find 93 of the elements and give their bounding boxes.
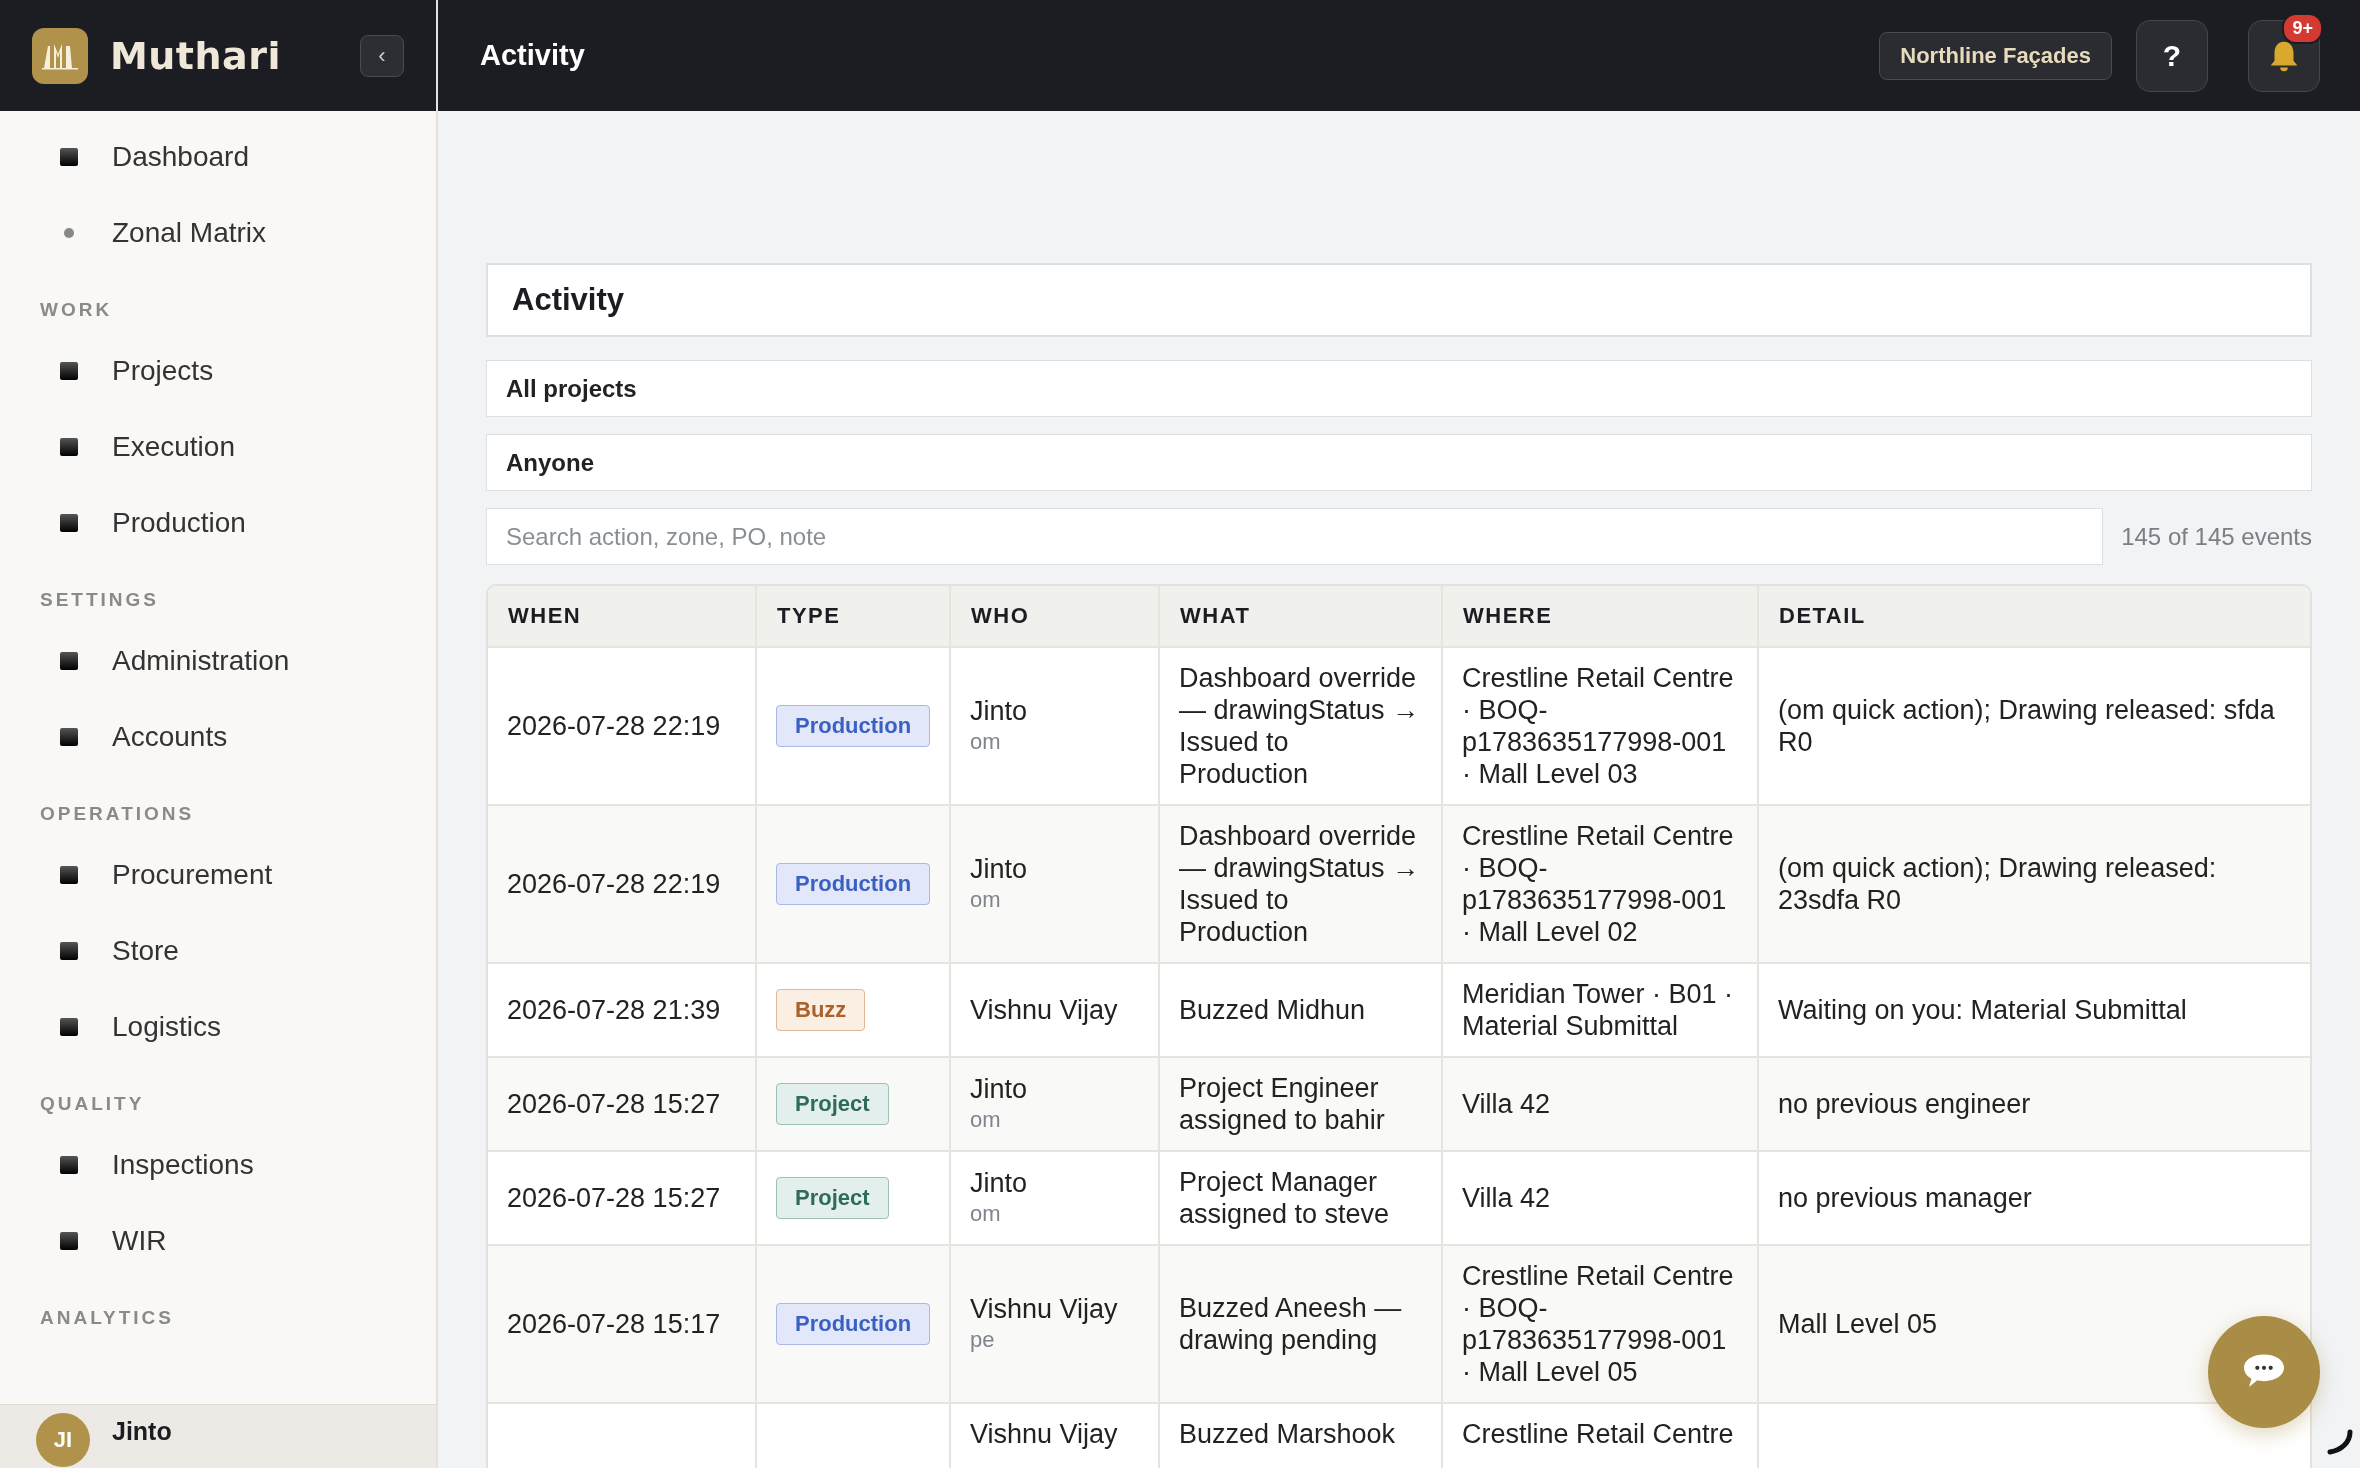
detail-text: no previous manager — [1778, 1182, 2032, 1214]
square-icon — [60, 652, 78, 670]
person-role: pe — [970, 1326, 995, 1354]
person-name: Vishnu Vijay — [970, 1418, 1118, 1450]
person-name: Jinto — [970, 1167, 1028, 1199]
detail-text: no previous engineer — [1778, 1088, 2031, 1120]
type-tag: Production — [776, 705, 931, 747]
person-role: om — [970, 728, 1001, 756]
section-label: QUALITY — [39, 1092, 146, 1116]
person-name: Jinto — [970, 695, 1028, 727]
nav-item[interactable]: Inspections — [0, 1127, 436, 1203]
table-cell: Buzzed Midhun — [1160, 964, 1443, 1056]
nav-item[interactable]: Production — [0, 485, 436, 561]
square-icon — [60, 942, 78, 960]
table-cell: 2026-07-28 15:27 — [488, 1152, 757, 1244]
section-title: Activity — [486, 263, 2312, 337]
column-header: WHO — [951, 586, 1160, 646]
notification-count: 9+ — [2282, 12, 2323, 44]
table-cell: 2026-07-28 22:19 — [488, 648, 757, 804]
help-button[interactable]: ? — [2136, 19, 2208, 92]
person-name: Jinto — [970, 853, 1028, 885]
table-cell: 2026-07-28 15:27 — [488, 1058, 757, 1150]
dot-icon — [64, 228, 74, 238]
person-role: om — [970, 1106, 1001, 1134]
section-label: OPERATIONS — [39, 802, 196, 826]
person-role: om — [970, 886, 1001, 914]
page-title: Activity — [480, 39, 585, 72]
event-count: 145 of 145 events — [2121, 522, 2312, 551]
nav-item[interactable]: Administration — [0, 623, 436, 699]
table-cell: Crestline Retail Centre · BOQ-p1783635177998-001 · Mall Level 02 — [1443, 806, 1759, 962]
table-cell: 2026-07-28 22:19 — [488, 806, 757, 962]
project-filter[interactable]: All projects — [486, 360, 2312, 417]
square-icon — [60, 728, 78, 746]
table-cell: 2026-07-28 15:17 — [488, 1246, 757, 1402]
section-label: ANALYTICS — [39, 1306, 175, 1330]
nav-item[interactable]: Projects — [0, 333, 436, 409]
column-header: DETAIL — [1778, 602, 1867, 630]
section-label: SETTINGS — [39, 588, 160, 612]
avatar: JI — [36, 1413, 90, 1467]
nav-item[interactable]: Store — [0, 913, 436, 989]
square-icon — [60, 148, 78, 166]
type-tag: Production — [776, 863, 931, 905]
square-icon — [60, 1018, 78, 1036]
type-tag: Production — [776, 1303, 931, 1345]
table-cell: Project Engineer assigned to bahir — [1160, 1058, 1443, 1150]
square-icon — [60, 1156, 78, 1174]
nav-item[interactable]: Zonal Matrix — [0, 195, 436, 271]
column-header: WHERE — [1443, 586, 1759, 646]
nav-item[interactable]: Procurement — [0, 837, 436, 913]
square-icon — [60, 1232, 78, 1250]
square-icon — [60, 514, 78, 532]
nav-item[interactable]: WIR — [0, 1203, 436, 1279]
table-cell: Crestline Retail Centre — [1443, 1404, 1759, 1468]
person-filter[interactable]: Anyone — [486, 434, 2312, 491]
person-name: Vishnu Vijay — [970, 1293, 1118, 1325]
collapse-button[interactable]: ‹ — [360, 34, 404, 77]
section-label: WORK — [39, 298, 114, 322]
type-tag: Buzz — [776, 989, 866, 1031]
column-header: WHEN — [488, 586, 757, 646]
column-header: WHAT — [1160, 586, 1443, 646]
brand-name: Muthari — [110, 33, 281, 78]
table-cell: Villa 42 — [1443, 1058, 1759, 1150]
person-name: Vishnu Vijay — [970, 994, 1118, 1026]
person-name: Jinto — [970, 1073, 1028, 1105]
table-cell: Dashboard override — drawingStatus → Issued to Production — [1160, 806, 1443, 962]
column-header: TYPE — [757, 586, 951, 646]
nav-item[interactable]: Accounts — [0, 699, 436, 775]
square-icon — [60, 362, 78, 380]
nav-item[interactable]: Dashboard — [0, 119, 436, 195]
square-icon — [60, 866, 78, 884]
type-tag: Project — [776, 1083, 889, 1125]
table-cell: Buzzed Marshook — [1160, 1404, 1443, 1468]
table-cell: Project Manager assigned to steve — [1160, 1152, 1443, 1244]
person-role: om — [970, 1200, 1001, 1228]
table-cell: Villa 42 — [1443, 1152, 1759, 1244]
organization-button[interactable]: Northline Façades — [1879, 31, 2112, 80]
table-cell: Buzzed Aneesh — drawing pending — [1160, 1246, 1443, 1402]
detail-text: (om quick action); Drawing released: 23sdfa R0 — [1778, 852, 2218, 916]
logo-icon — [32, 27, 88, 84]
table-cell: Crestline Retail Centre · BOQ-p1783635177998-001 · Mall Level 03 — [1443, 648, 1759, 804]
table-cell: Crestline Retail Centre · BOQ-p1783635177998-001 · Mall Level 05 — [1443, 1246, 1759, 1402]
type-tag: Project — [776, 1177, 889, 1219]
table-cell: Meridian Tower · B01 · Material Submittal — [1443, 964, 1759, 1056]
detail-text: Waiting on you: Material Submittal — [1778, 994, 2187, 1026]
user-name: Jinto — [112, 1416, 172, 1446]
table-cell: 2026-07-28 21:39 — [488, 964, 757, 1056]
detail-text: Mall Level 05 — [1778, 1308, 1938, 1340]
search-field[interactable]: Search action, zone, PO, note — [486, 508, 2104, 565]
table-cell: Dashboard override — drawingStatus → Issued to Production — [1160, 648, 1443, 804]
nav-item[interactable]: Logistics — [0, 989, 436, 1065]
nav-item[interactable]: Execution — [0, 409, 436, 485]
detail-text: (om quick action); Drawing released: sfda R0 — [1778, 694, 2276, 758]
square-icon — [60, 438, 78, 456]
